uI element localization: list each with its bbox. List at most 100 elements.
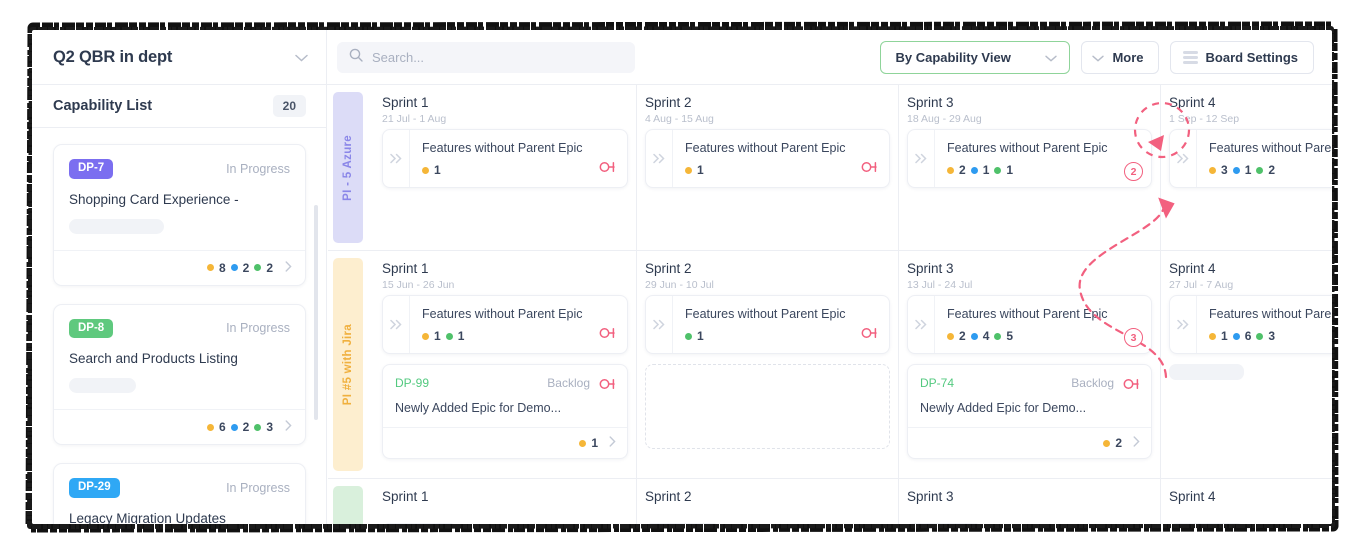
dependency-link-icon[interactable]	[861, 326, 878, 344]
sprint-column-body[interactable]: Features without Parent Epic 1 6 3	[1161, 295, 1332, 380]
double-chevron-right-icon[interactable]	[383, 296, 410, 353]
swimlane-label[interactable]: PI - 5 Azure	[333, 92, 363, 243]
sprint-column[interactable]: Sprint 1 21 Jul - 1 Aug Features without P…	[374, 85, 636, 250]
epic-card[interactable]: Features without Parent Epic 1 6 3	[1169, 295, 1332, 354]
sprint-column-body[interactable]	[1161, 523, 1332, 524]
sprint-column[interactable]: Sprint 3 18 Aug - 29 Aug Features without …	[898, 85, 1160, 250]
double-chevron-right-icon[interactable]	[1170, 130, 1197, 187]
epic-card[interactable]: Features without Parent Epic 2 4 5 3	[907, 295, 1152, 354]
empty-drop-slot[interactable]	[645, 364, 890, 449]
sprint-column[interactable]: Sprint 2 29 Jun - 10 Jul Features without …	[636, 251, 898, 478]
issue-card[interactable]: DP-74 Backlog Newly Added Epic for Demo...…	[907, 364, 1152, 459]
swimlane-label[interactable]: PI #5 with Jira	[333, 258, 363, 471]
dependency-link-icon[interactable]	[599, 377, 616, 395]
chevron-right-icon[interactable]	[285, 260, 292, 275]
chevron-right-icon[interactable]	[609, 436, 616, 450]
capability-card[interactable]: DP-29 In Progress Legacy Migration Updates	[53, 463, 306, 524]
view-select-dropdown[interactable]: By Capability View	[880, 41, 1071, 74]
issue-card[interactable]: DP-99 Backlog Newly Added Epic for Demo...…	[382, 364, 628, 459]
sprint-dates: 4 Aug - 15 Aug	[645, 113, 714, 125]
double-chevron-right-icon[interactable]	[908, 296, 935, 353]
issue-card-footer: 1	[383, 427, 627, 458]
dependency-count-badge[interactable]: 2	[1124, 162, 1143, 181]
capability-name: Shopping Card Experience -	[69, 191, 239, 207]
epic-card[interactable]: Features without Parent Epic 1	[645, 129, 890, 188]
sprint-column[interactable]: Sprint 1 15 Jun - 26 Jun Features without …	[374, 251, 636, 478]
double-chevron-right-icon[interactable]	[908, 130, 935, 187]
sprint-column[interactable]: Sprint 2	[636, 479, 898, 524]
double-chevron-right-icon[interactable]	[383, 130, 410, 187]
issue-key[interactable]: DP-99	[395, 376, 429, 390]
double-chevron-right-icon[interactable]	[1170, 296, 1197, 353]
epic-title: Features without Parent Epic	[947, 141, 1108, 155]
sprint-column-body[interactable]: Features without Parent Epic 2 4 5 3 DP-74 Bac…	[899, 295, 1160, 459]
epic-card[interactable]: Features without Parent Epic 3 1 2	[1169, 129, 1332, 188]
sprint-column-body[interactable]: Features without Parent Epic 1 1 DP-99 Backl…	[374, 295, 636, 459]
sprint-column[interactable]: Sprint 2 4 Aug - 15 Aug Features without P…	[636, 85, 898, 250]
capability-card-list[interactable]: DP-7 In Progress Shopping Card Experience …	[32, 128, 327, 524]
sprint-column-body[interactable]	[899, 523, 1160, 524]
dependency-link-icon[interactable]	[861, 160, 878, 178]
sprint-name: Sprint 2	[645, 95, 692, 110]
status-badge: Backlog	[1071, 376, 1114, 390]
sprint-dates: 13 Jul - 24 Jul	[907, 279, 973, 291]
sprint-column-body[interactable]	[374, 523, 636, 524]
board-title-dropdown[interactable]: Q2 QBR in dept	[32, 30, 327, 85]
sidebar-scrollbar-track[interactable]	[314, 145, 322, 475]
sprint-name: Sprint 2	[645, 489, 692, 504]
double-chevron-right-icon[interactable]	[646, 130, 673, 187]
sprint-column-body[interactable]: Features without Parent Epic 2 1 1 2	[899, 129, 1160, 188]
issue-key[interactable]: DP-74	[920, 376, 954, 390]
sprint-board[interactable]: PI - 5 Azure Sprint 1 21 Jul - 1 Aug Featur…	[328, 85, 1332, 524]
sprint-column[interactable]: Sprint 4 27 Jul - 7 Aug Features without P…	[1160, 251, 1332, 478]
status-dot	[206, 264, 214, 271]
swimlane-label[interactable]	[333, 486, 363, 524]
epic-card[interactable]: Features without Parent Epic 1 1	[382, 295, 628, 354]
status-dot	[685, 166, 692, 174]
board-settings-button[interactable]: Board Settings	[1169, 41, 1314, 74]
sprint-column-body[interactable]: Features without Parent Epic 1	[637, 295, 898, 449]
epic-card[interactable]: Features without Parent Epic 1	[382, 129, 628, 188]
sprint-column[interactable]: Sprint 3 13 Jul - 24 Jul Features without …	[898, 251, 1160, 478]
sprint-column-body[interactable]: Features without Parent Epic 1	[637, 129, 898, 188]
more-button[interactable]: More	[1081, 41, 1159, 74]
epic-stats: 2 1 1	[947, 163, 1013, 177]
placeholder-skeleton	[69, 378, 136, 393]
chevron-down-icon[interactable]	[295, 54, 308, 62]
chevron-right-icon[interactable]	[285, 420, 292, 434]
sidebar-scrollbar-thumb[interactable]	[314, 205, 318, 420]
epic-title: Features without Parent Epic	[1209, 307, 1332, 321]
capability-card-footer: 6 2 3	[54, 409, 305, 444]
sprint-column[interactable]: Sprint 4	[1160, 479, 1332, 524]
search-input-wrapper[interactable]	[337, 42, 635, 73]
capability-key-badge[interactable]: DP-8	[69, 318, 114, 338]
sprint-dates: 15 Jun - 26 Jun	[382, 279, 455, 291]
swimlane-label-text: PI - 5 Azure	[342, 134, 354, 201]
search-input[interactable]	[372, 50, 612, 65]
epic-card[interactable]: Features without Parent Epic 2 1 1 2	[907, 129, 1152, 188]
capability-card[interactable]: DP-8 In Progress Search and Products Listi…	[53, 303, 306, 445]
sprint-column[interactable]: Sprint 3	[898, 479, 1160, 524]
sprint-header: Sprint 4 1 Sep - 12 Sep	[1161, 85, 1332, 129]
double-chevron-right-icon[interactable]	[646, 296, 673, 353]
epic-card[interactable]: Features without Parent Epic 1	[645, 295, 890, 354]
swimlane-columns: Sprint 1 21 Jul - 1 Aug Features without P…	[374, 85, 1332, 250]
swimlane: PI - 5 Azure Sprint 1 21 Jul - 1 Aug Featur…	[328, 85, 1332, 251]
dependency-link-icon[interactable]	[599, 326, 616, 344]
capability-card[interactable]: DP-7 In Progress Shopping Card Experience …	[53, 144, 306, 286]
dependency-count-badge[interactable]: 3	[1124, 328, 1143, 347]
dependency-link-icon[interactable]	[1123, 377, 1140, 395]
epic-stats: 1	[422, 163, 441, 177]
chevron-right-icon[interactable]	[1133, 436, 1140, 450]
sprint-column-body[interactable]: Features without Parent Epic 3 1 2	[1161, 129, 1332, 188]
epic-title: Features without Parent Epic	[422, 141, 583, 155]
dependency-link-icon[interactable]	[599, 160, 616, 178]
sprint-column-body[interactable]	[637, 523, 898, 524]
sprint-column[interactable]: Sprint 1	[374, 479, 636, 524]
capability-key-badge[interactable]: DP-7	[69, 159, 114, 179]
capability-key-badge[interactable]: DP-29	[69, 478, 120, 498]
status-dot-count: 1	[697, 163, 704, 177]
sprint-column-body[interactable]: Features without Parent Epic 1	[374, 129, 636, 188]
epic-card-body: Features without Parent Epic 1	[410, 130, 627, 187]
sprint-column[interactable]: Sprint 4 1 Sep - 12 Sep Features without P…	[1160, 85, 1332, 250]
